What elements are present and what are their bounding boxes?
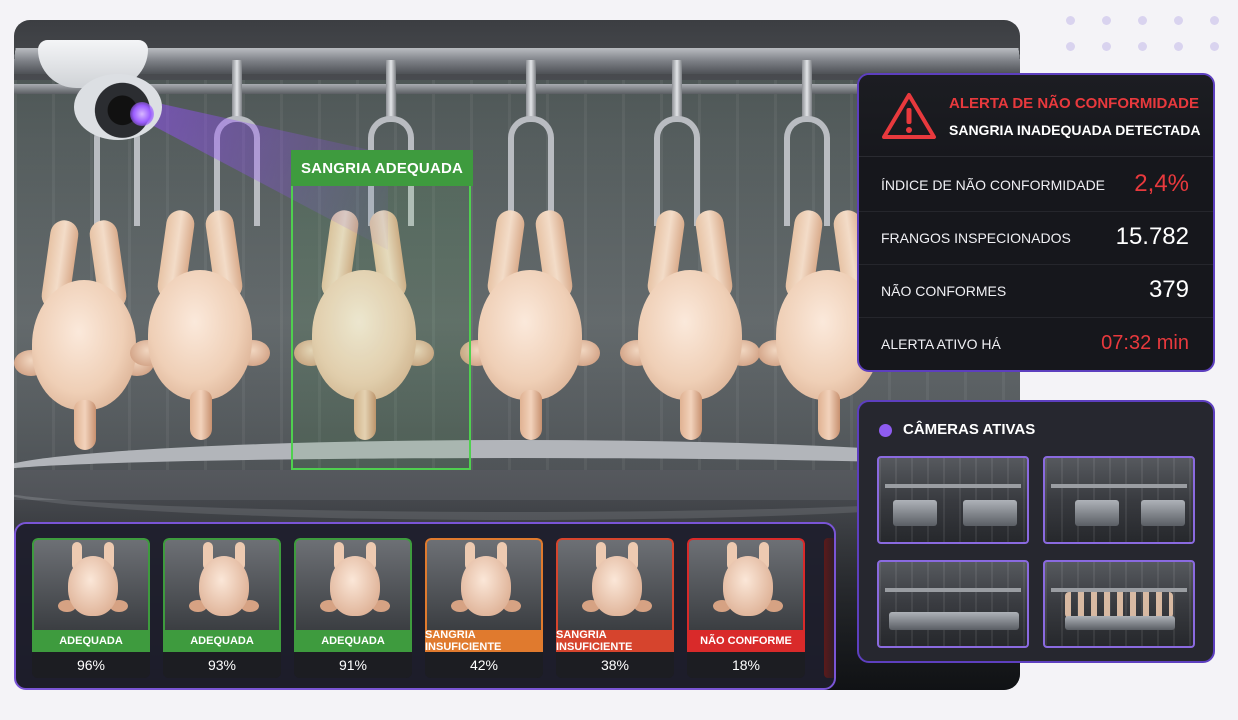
shackle <box>784 60 830 230</box>
inspection-thumbnail[interactable]: SANGRIA INSUFICIENTE 38% <box>556 538 674 678</box>
metric-label: ALERTA ATIVO HÁ <box>881 336 1001 352</box>
camera-feed-thumbnail[interactable] <box>1043 560 1195 648</box>
thumbnail-status-label: ADEQUADA <box>32 630 150 652</box>
thumbnail-status-label: SANGRIA INSUFICIENTE <box>425 629 543 653</box>
chicken-thumbnail-image <box>556 538 674 630</box>
alert-header: ALERTA DE NÃO CONFORMIDADE SANGRIA INADE… <box>859 75 1213 157</box>
decorative-dots <box>1066 16 1226 56</box>
thumbnail-confidence: 42% <box>425 652 543 678</box>
shackle <box>508 60 554 230</box>
status-dot-icon <box>879 424 892 437</box>
thumbnail-confidence: 93% <box>163 652 281 678</box>
metric-value: 2,4% <box>1134 170 1189 197</box>
metric-value: 07:32 min <box>1101 332 1189 354</box>
chicken-thumbnail-image <box>163 538 281 630</box>
detection-label: SANGRIA ADEQUADA <box>291 150 473 186</box>
inspection-thumbnail-strip: ADEQUADA 96% ADEQUADA 93% ADEQUADA 91% SANGRIA… <box>14 522 836 690</box>
alert-title: ALERTA DE NÃO CONFORMIDADE <box>949 95 1199 112</box>
metric-label: FRANGOS INSPECIONADOS <box>881 230 1071 246</box>
inspection-thumbnail[interactable]: ADEQUADA 96% <box>32 538 150 678</box>
warning-triangle-icon <box>882 93 936 139</box>
active-cameras-panel: CÂMERAS ATIVAS <box>857 400 1215 663</box>
thumbnail-confidence: 18% <box>687 652 805 678</box>
thumbnail-status-label: NÃO CONFORME <box>687 630 805 652</box>
chicken-carcass <box>14 218 154 460</box>
thumbnail-confidence: 96% <box>32 652 150 678</box>
metric-value: 379 <box>1148 276 1189 303</box>
thumbnail-status-label: SANGRIA INSUFICIENTE <box>556 629 674 653</box>
detection-bounding-box[interactable] <box>291 150 471 470</box>
inspection-thumbnail[interactable]: NÃO CONFORME 18% <box>687 538 805 678</box>
chicken-carcass <box>460 208 600 450</box>
thumbnail-status-label: ADEQUADA <box>163 630 281 652</box>
shackle <box>654 60 700 230</box>
chicken-carcass <box>130 208 270 450</box>
thumbnail-status-label: ADEQUADA <box>294 630 412 652</box>
metric-label: NÃO CONFORMES <box>881 283 1007 299</box>
chicken-thumbnail-image <box>32 538 150 630</box>
alert-subtitle: SANGRIA INADEQUADA DETECTADA <box>949 122 1201 138</box>
camera-feed-thumbnail[interactable] <box>877 456 1029 544</box>
metric-nonconforming-count: NÃO CONFORMES 379 <box>859 265 1213 318</box>
thumbnail-confidence: 38% <box>556 652 674 678</box>
camera-feed-thumbnail[interactable] <box>877 560 1029 648</box>
metric-alert-duration: ALERTA ATIVO HÁ 07:32 min <box>859 318 1213 370</box>
metric-inspected-count: FRANGOS INSPECIONADOS 15.782 <box>859 212 1213 265</box>
camera-feed-thumbnail[interactable] <box>1043 456 1195 544</box>
chicken-thumbnail-image <box>687 538 805 630</box>
metric-nonconformity-index: ÍNDICE DE NÃO CONFORMIDADE 2,4% <box>859 159 1213 212</box>
metric-label: ÍNDICE DE NÃO CONFORMIDADE <box>881 177 1106 193</box>
security-camera-icon <box>34 40 172 140</box>
thumbnail-partial <box>824 538 834 678</box>
alert-panel: ALERTA DE NÃO CONFORMIDADE SANGRIA INADE… <box>857 73 1215 372</box>
inspection-thumbnail[interactable]: ADEQUADA 93% <box>163 538 281 678</box>
metric-value: 15.782 <box>1115 223 1189 250</box>
thumbnail-confidence: 91% <box>294 652 412 678</box>
chicken-thumbnail-image <box>425 538 543 630</box>
inspection-thumbnail[interactable]: SANGRIA INSUFICIENTE 42% <box>425 538 543 678</box>
chicken-thumbnail-image <box>294 538 412 630</box>
cameras-title: CÂMERAS ATIVAS <box>903 421 1036 438</box>
inspection-thumbnail[interactable]: ADEQUADA 91% <box>294 538 412 678</box>
chicken-carcass <box>620 208 760 450</box>
